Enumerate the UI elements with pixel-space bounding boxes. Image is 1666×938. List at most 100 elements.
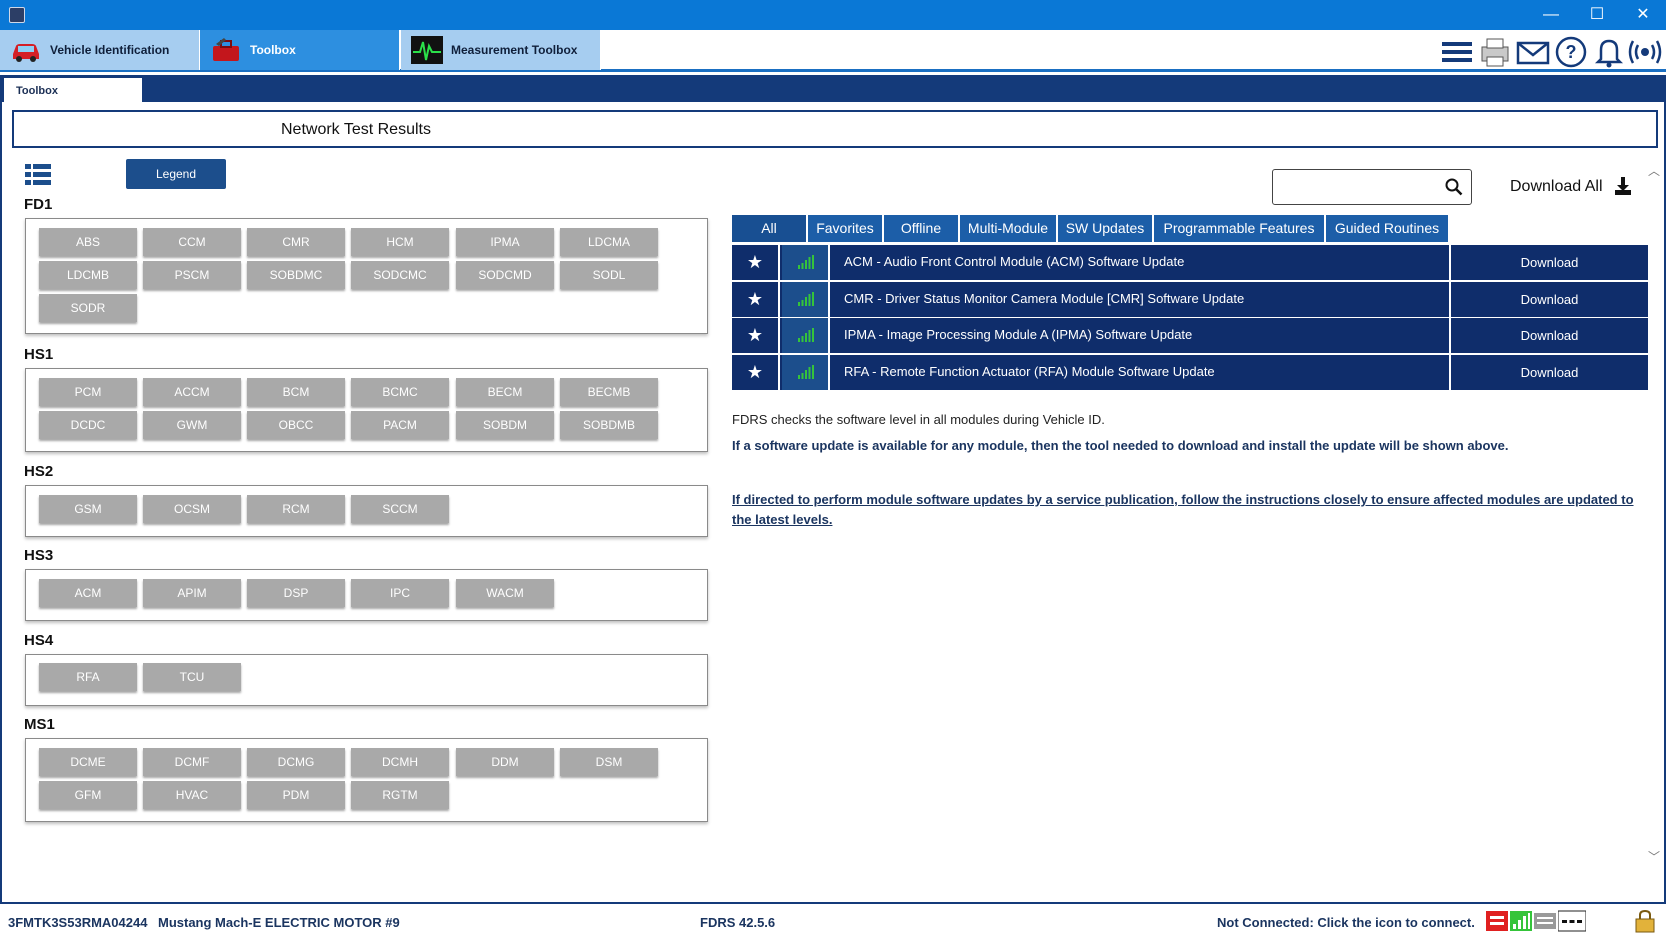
module-button[interactable]: DDM: [456, 748, 554, 776]
group-box-hs1: PCM ACCM BCM BCMC BECM BECMB DCDC GWM OB…: [25, 368, 708, 452]
module-button[interactable]: IPMA: [456, 228, 554, 256]
update-row[interactable]: ★ RFA - Remote Function Actuator (RFA) M…: [732, 355, 1648, 390]
service-publication-link[interactable]: If directed to perform module software u…: [732, 490, 1637, 530]
module-button[interactable]: HCM: [351, 228, 449, 256]
lock-icon[interactable]: [1634, 909, 1656, 933]
module-button[interactable]: BECMB: [560, 378, 658, 406]
module-button[interactable]: SCCM: [351, 495, 449, 523]
module-button[interactable]: GFM: [39, 781, 137, 809]
signal-icon: [782, 282, 830, 317]
list-view-icon[interactable]: [25, 164, 51, 186]
module-button[interactable]: DSP: [247, 579, 345, 607]
favorite-star-icon[interactable]: ★: [732, 245, 780, 280]
download-button[interactable]: Download: [1449, 318, 1648, 353]
download-button[interactable]: Download: [1449, 355, 1648, 390]
module-button[interactable]: DCMH: [351, 748, 449, 776]
scroll-up-icon[interactable]: ︿: [1646, 162, 1662, 178]
download-button[interactable]: Download: [1449, 282, 1648, 317]
module-button[interactable]: WACM: [456, 579, 554, 607]
legend-button[interactable]: Legend: [126, 159, 226, 189]
filter-tab-offline[interactable]: Offline: [884, 215, 958, 242]
search-icon[interactable]: [1445, 178, 1463, 196]
tab-label: Toolbox: [250, 43, 296, 57]
module-button[interactable]: BECM: [456, 378, 554, 406]
module-button[interactable]: CCM: [143, 228, 241, 256]
module-button[interactable]: RFA: [39, 663, 137, 691]
search-input[interactable]: [1272, 169, 1472, 205]
module-button[interactable]: DCDC: [39, 411, 137, 439]
module-button[interactable]: PSCM: [143, 261, 241, 289]
module-button[interactable]: ACCM: [143, 378, 241, 406]
update-row[interactable]: ★ CMR - Driver Status Monitor Camera Mod…: [732, 282, 1648, 317]
module-button[interactable]: HVAC: [143, 781, 241, 809]
toolbox-icon: [213, 38, 239, 61]
module-button[interactable]: OCSM: [143, 495, 241, 523]
favorite-star-icon[interactable]: ★: [732, 318, 780, 353]
module-button[interactable]: PCM: [39, 378, 137, 406]
tab-measurement-toolbox[interactable]: Measurement Toolbox: [401, 30, 601, 70]
module-button[interactable]: LDCMA: [560, 228, 658, 256]
module-button[interactable]: BCM: [247, 378, 345, 406]
module-button[interactable]: OBCC: [247, 411, 345, 439]
maximize-button[interactable]: ☐: [1574, 0, 1620, 30]
update-row[interactable]: ★ IPMA - Image Processing Module A (IPMA…: [732, 318, 1648, 353]
module-button[interactable]: APIM: [143, 579, 241, 607]
module-button[interactable]: DCMG: [247, 748, 345, 776]
tab-vehicle-identification[interactable]: Vehicle Identification: [0, 30, 200, 70]
minimize-button[interactable]: —: [1528, 0, 1574, 30]
signal-strength-icon[interactable]: [1510, 909, 1532, 933]
broadcast-icon[interactable]: [1628, 35, 1662, 69]
scroll-down-icon[interactable]: ﹀: [1646, 848, 1662, 864]
close-button[interactable]: ✕: [1620, 0, 1666, 30]
filter-tab-programmable-features[interactable]: Programmable Features: [1154, 215, 1324, 242]
module-button[interactable]: TCU: [143, 663, 241, 691]
module-button[interactable]: BCMC: [351, 378, 449, 406]
filter-tab-multi-module[interactable]: Multi-Module: [960, 215, 1056, 242]
bell-icon[interactable]: [1592, 35, 1626, 69]
update-title: ACM - Audio Front Control Module (ACM) S…: [844, 254, 1185, 269]
dash-indicator-icon[interactable]: [1558, 909, 1586, 933]
tab-toolbox[interactable]: Toolbox: [200, 30, 400, 70]
module-button[interactable]: SODCMC: [351, 261, 449, 289]
favorite-star-icon[interactable]: ★: [732, 282, 780, 317]
module-button[interactable]: ACM: [39, 579, 137, 607]
update-row[interactable]: ★ ACM - Audio Front Control Module (ACM)…: [732, 245, 1648, 280]
mail-icon[interactable]: [1516, 35, 1550, 69]
module-button[interactable]: CMR: [247, 228, 345, 256]
module-button[interactable]: SODCMD: [456, 261, 554, 289]
keyboard-icon[interactable]: [1534, 909, 1556, 933]
module-button[interactable]: ABS: [39, 228, 137, 256]
module-button[interactable]: DSM: [560, 748, 658, 776]
module-button[interactable]: DCME: [39, 748, 137, 776]
download-icon[interactable]: [1614, 176, 1632, 196]
module-button[interactable]: SOBDMC: [247, 261, 345, 289]
module-button[interactable]: GSM: [39, 495, 137, 523]
module-button[interactable]: PACM: [351, 411, 449, 439]
menu-icon[interactable]: [1440, 35, 1474, 69]
help-icon[interactable]: ?: [1554, 35, 1588, 69]
filter-tab-sw-updates[interactable]: SW Updates: [1058, 215, 1152, 242]
page-title: Network Test Results: [281, 121, 431, 138]
filter-tab-guided-routines[interactable]: Guided Routines: [1326, 215, 1448, 242]
module-button[interactable]: PDM: [247, 781, 345, 809]
update-title: RFA - Remote Function Actuator (RFA) Mod…: [844, 364, 1215, 379]
module-button[interactable]: RGTM: [351, 781, 449, 809]
vci-disconnected-icon[interactable]: [1486, 909, 1508, 933]
module-button[interactable]: RCM: [247, 495, 345, 523]
module-button[interactable]: SODL: [560, 261, 658, 289]
module-button[interactable]: LDCMB: [39, 261, 137, 289]
module-button[interactable]: DCMF: [143, 748, 241, 776]
favorite-star-icon[interactable]: ★: [732, 355, 780, 390]
filter-tab-favorites[interactable]: Favorites: [808, 215, 882, 242]
module-button[interactable]: IPC: [351, 579, 449, 607]
module-button[interactable]: SODR: [39, 294, 137, 322]
filter-tab-all[interactable]: All: [732, 215, 806, 242]
download-all-button[interactable]: Download All: [1510, 178, 1603, 196]
download-button[interactable]: Download: [1449, 245, 1648, 280]
module-button[interactable]: SOBDMB: [560, 411, 658, 439]
subtab-toolbox[interactable]: Toolbox: [4, 78, 142, 102]
module-button[interactable]: GWM: [143, 411, 241, 439]
module-button[interactable]: SOBDM: [456, 411, 554, 439]
group-label-ms1: MS1: [24, 716, 55, 733]
printer-icon[interactable]: [1478, 35, 1512, 69]
